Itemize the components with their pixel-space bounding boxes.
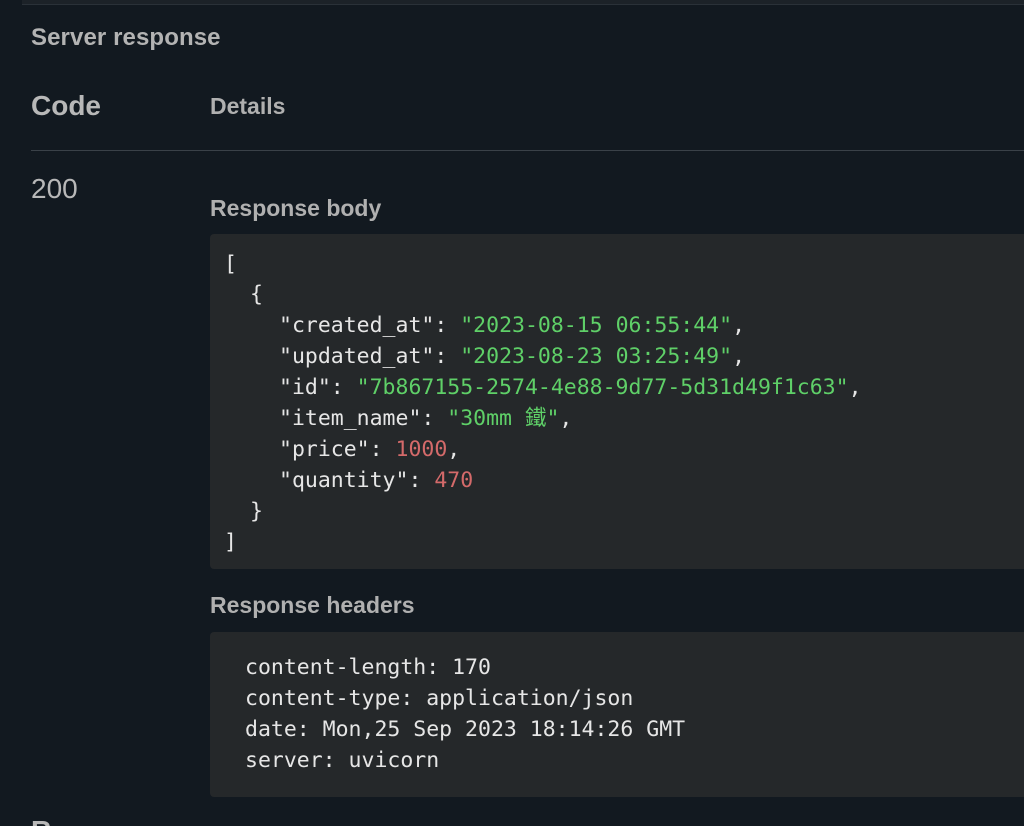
header-line: content-length: 170 <box>245 655 491 680</box>
json-open-bracket: [ <box>224 252 237 277</box>
code-column-header: Code <box>31 90 101 121</box>
json-field-row: "item_name": "30mm 鐵", <box>279 406 573 431</box>
json-field-row: "quantity": 470 <box>279 468 474 493</box>
json-string-value: "2023-08-15 06:55:44" <box>460 313 733 338</box>
response-headers-title: Response headers <box>210 592 415 618</box>
json-string-value: "2023-08-23 03:25:49" <box>460 344 733 369</box>
header-line: server: uvicorn <box>245 748 440 773</box>
server-response-panel: Server response Code Details 200 Respons… <box>0 0 1024 826</box>
json-key: "id" <box>279 375 331 400</box>
status-code: 200 <box>31 173 78 204</box>
json-string-value: "30mm 鐵" <box>447 406 560 431</box>
json-key: "quantity" <box>279 468 409 493</box>
section-title: Server response <box>31 24 221 51</box>
json-key: "created_at" <box>279 313 435 338</box>
details-column-header: Details <box>210 93 286 119</box>
json-close-brace: } <box>250 499 263 524</box>
json-field-row: "updated_at": "2023-08-23 03:25:49", <box>279 344 746 369</box>
json-string-value: "7b867155-2574-4e88-9d77-5d31d49f1c63" <box>356 375 849 400</box>
previous-section-edge <box>22 0 1024 5</box>
response-body-code[interactable]: [ { "created_at": "2023-08-15 06:55:44",… <box>210 234 1024 569</box>
header-line: date: Mon,25 Sep 2023 18:14:26 GMT <box>245 717 686 742</box>
response-headers-code[interactable]: content-length: 170 content-type: applic… <box>210 632 1024 797</box>
json-key: "updated_at" <box>279 344 435 369</box>
next-section-heading-peek: R <box>31 815 51 826</box>
response-body-title: Response body <box>210 195 382 221</box>
table-divider <box>31 150 1024 151</box>
json-open-brace: { <box>250 282 263 307</box>
json-number-value: 1000 <box>395 437 448 462</box>
json-field-row: "price": 1000, <box>279 437 461 462</box>
json-key: "price" <box>279 437 370 462</box>
header-line: content-type: application/json <box>245 686 634 711</box>
json-close-bracket: ] <box>224 530 237 555</box>
json-key: "item_name" <box>279 406 422 431</box>
json-field-row: "id": "7b867155-2574-4e88-9d77-5d31d49f1… <box>279 375 862 400</box>
json-number-value: 470 <box>434 468 474 493</box>
json-field-row: "created_at": "2023-08-15 06:55:44", <box>279 313 746 338</box>
